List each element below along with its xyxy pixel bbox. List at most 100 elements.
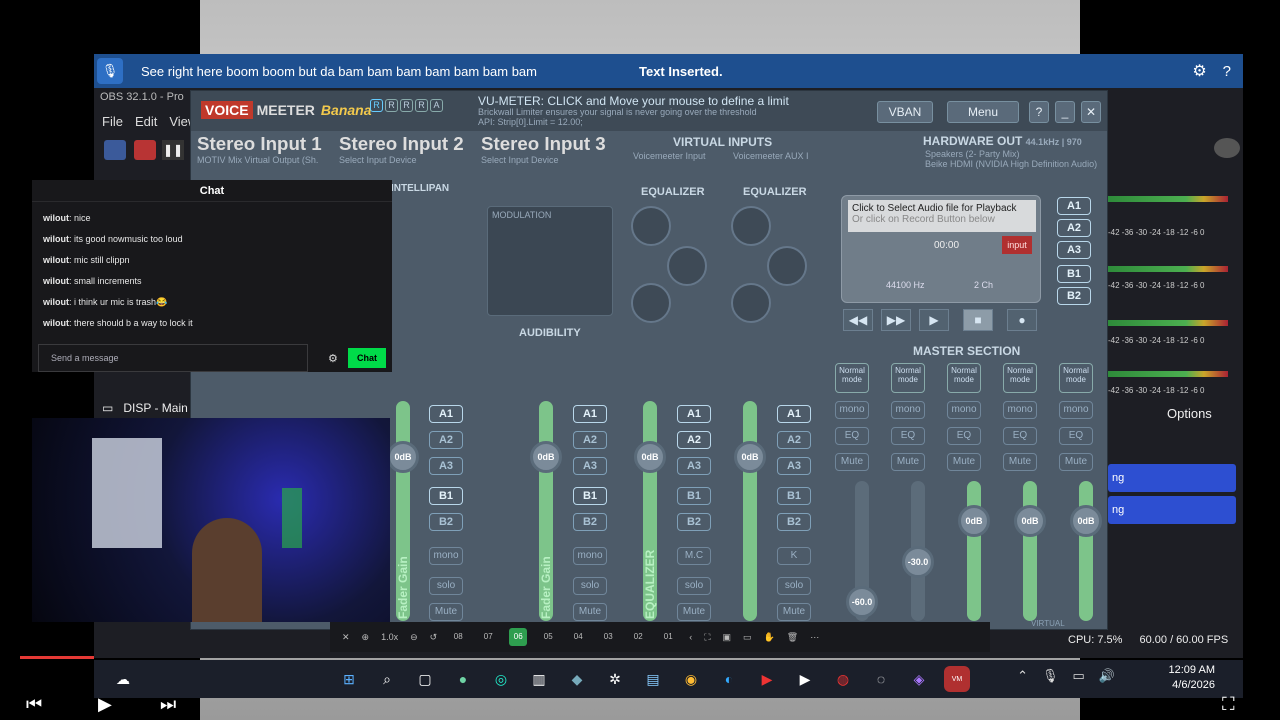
page-04[interactable]: 04 [569,628,587,646]
mute-button[interactable]: Mute [573,603,607,621]
master-mono-button[interactable]: mono [835,401,869,419]
obs-record-icon[interactable] [104,140,126,160]
normal-mode-button[interactable]: Normal mode [947,363,981,393]
app-icon[interactable]: ◍ [830,666,856,692]
minimize-icon[interactable]: _ [1055,101,1075,123]
close-icon[interactable]: ✕ [342,632,350,643]
obs-settings-icon[interactable] [1214,138,1240,158]
modulation-panel[interactable]: MODULATION [487,206,613,316]
hand-icon[interactable]: ✋ [764,632,775,643]
solo-button[interactable]: solo [429,577,463,595]
master-mono-button[interactable]: mono [1059,401,1093,419]
bus-b1-button[interactable]: B1 [429,487,463,505]
bus-b2-button[interactable]: B2 [429,513,463,531]
play-icon[interactable]: ▶ [792,666,818,692]
skip-back-icon[interactable]: ⏮ [26,694,42,715]
strip-1-header[interactable]: Stereo Input 1 MOTIV Mix Virtual Output … [197,133,322,165]
rewind-icon[interactable]: ◀◀ [843,309,873,331]
volume-icon[interactable]: 🔊 [1099,668,1115,684]
gear-icon[interactable]: ⚙ [1192,61,1206,81]
virtual-input-2[interactable]: Voicemeeter AUX I [733,151,809,161]
bus-a3-button[interactable]: A3 [429,457,463,475]
master-eq-button[interactable]: EQ [1003,427,1037,445]
route-b1-button[interactable]: B1 [1057,265,1091,283]
master-fader-a3[interactable] [967,481,981,621]
clock[interactable]: 12:09 AM 4/6/2026 [1169,663,1215,693]
page-07[interactable]: 07 [479,628,497,646]
normal-mode-button[interactable]: Normal mode [835,363,869,393]
fader-knob[interactable]: 0dB [530,441,562,473]
master-fader-knob[interactable]: -60.0 [846,586,878,618]
menu-button[interactable]: Menu [947,101,1019,123]
bus-a2-button[interactable]: A2 [429,431,463,449]
master-mute-button[interactable]: Mute [891,453,925,471]
media-icon[interactable]: ▶ [754,666,780,692]
route-a1-button[interactable]: A1 [1057,197,1091,215]
crop-icon[interactable]: ⛶ [704,632,710,643]
video-progress[interactable] [20,656,94,659]
bus-b1-button[interactable]: B1 [677,487,711,505]
menu-file[interactable]: File [102,114,123,129]
master-mono-button[interactable]: mono [1003,401,1037,419]
mute-button[interactable]: Mute [429,603,463,621]
master-fader-knob[interactable]: 0dB [958,505,990,537]
speed-label[interactable]: 1.0x [381,632,398,642]
close-icon[interactable]: ✕ [1081,101,1101,123]
input-badge[interactable]: input [1002,236,1032,254]
voicemeeter-icon[interactable]: VM [944,666,970,692]
master-fader-b2[interactable] [1079,481,1093,621]
bus-a2-button[interactable]: A2 [777,431,811,449]
help-icon[interactable]: ? [1223,63,1231,80]
pause-icon[interactable]: ❚❚ [162,140,184,160]
vban-button[interactable]: VBAN [877,101,933,123]
notepad-icon[interactable]: ▤ [640,666,666,692]
trash-icon[interactable]: 🗑 [787,632,798,643]
master-eq-button[interactable]: EQ [947,427,981,445]
chevron-up-icon[interactable]: ⌃ [1017,668,1028,684]
page-02[interactable]: 02 [629,628,647,646]
app-icon[interactable]: ● [450,666,476,692]
route-a2-button[interactable]: A2 [1057,219,1091,237]
chatgpt-icon[interactable]: ✲ [602,666,628,692]
k-button[interactable]: K [777,547,811,565]
task-view-icon[interactable]: ▢ [412,666,438,692]
master-eq-button[interactable]: EQ [891,427,925,445]
chat-input[interactable]: Send a message [38,344,308,372]
obs-icon[interactable]: ◌ [868,666,894,692]
master-mute-button[interactable]: Mute [835,453,869,471]
transition-item[interactable]: ng [1108,464,1236,492]
fullscreen-icon[interactable]: ⛶ [1222,694,1235,715]
normal-mode-button[interactable]: Normal mode [1059,363,1093,393]
image-icon[interactable]: ▭ [743,632,752,643]
app-icon[interactable]: ◎ [488,666,514,692]
page-06[interactable]: 06 [509,628,528,646]
master-mono-button[interactable]: mono [891,401,925,419]
target-icon[interactable]: ⊕ [362,632,370,643]
mc-button[interactable]: M.C [677,547,711,565]
normal-mode-button[interactable]: Normal mode [1003,363,1037,393]
play-icon[interactable]: ▶ [98,694,112,715]
chrome-icon[interactable]: ◉ [678,666,704,692]
mute-button[interactable]: Mute [677,603,711,621]
master-fader-knob[interactable]: -30.0 [902,546,934,578]
bus-a1-button[interactable]: A1 [677,405,711,423]
forward-icon[interactable]: ▶▶ [881,309,911,331]
solo-button[interactable]: solo [777,577,811,595]
mute-button[interactable]: Mute [777,603,811,621]
transition-item[interactable]: ng [1108,496,1236,524]
master-mute-button[interactable]: Mute [1059,453,1093,471]
search-icon[interactable]: ⌕ [374,666,400,692]
bus-b1-button[interactable]: B1 [573,487,607,505]
page-08[interactable]: 08 [449,628,467,646]
fader-knob[interactable]: 0dB [734,441,766,473]
network-icon[interactable]: ▭ [1073,668,1085,684]
mono-button[interactable]: mono [429,547,463,565]
bus-a2-button[interactable]: A2 [573,431,607,449]
bus-a3-button[interactable]: A3 [573,457,607,475]
help-icon[interactable]: ? [1029,101,1049,123]
strip-3-header[interactable]: Stereo Input 3 Select Input Device [481,133,606,165]
bus-b2-button[interactable]: B2 [777,513,811,531]
mid-knob[interactable] [767,246,807,286]
bus-a1-button[interactable]: A1 [777,405,811,423]
app-icon[interactable]: ◈ [906,666,932,692]
